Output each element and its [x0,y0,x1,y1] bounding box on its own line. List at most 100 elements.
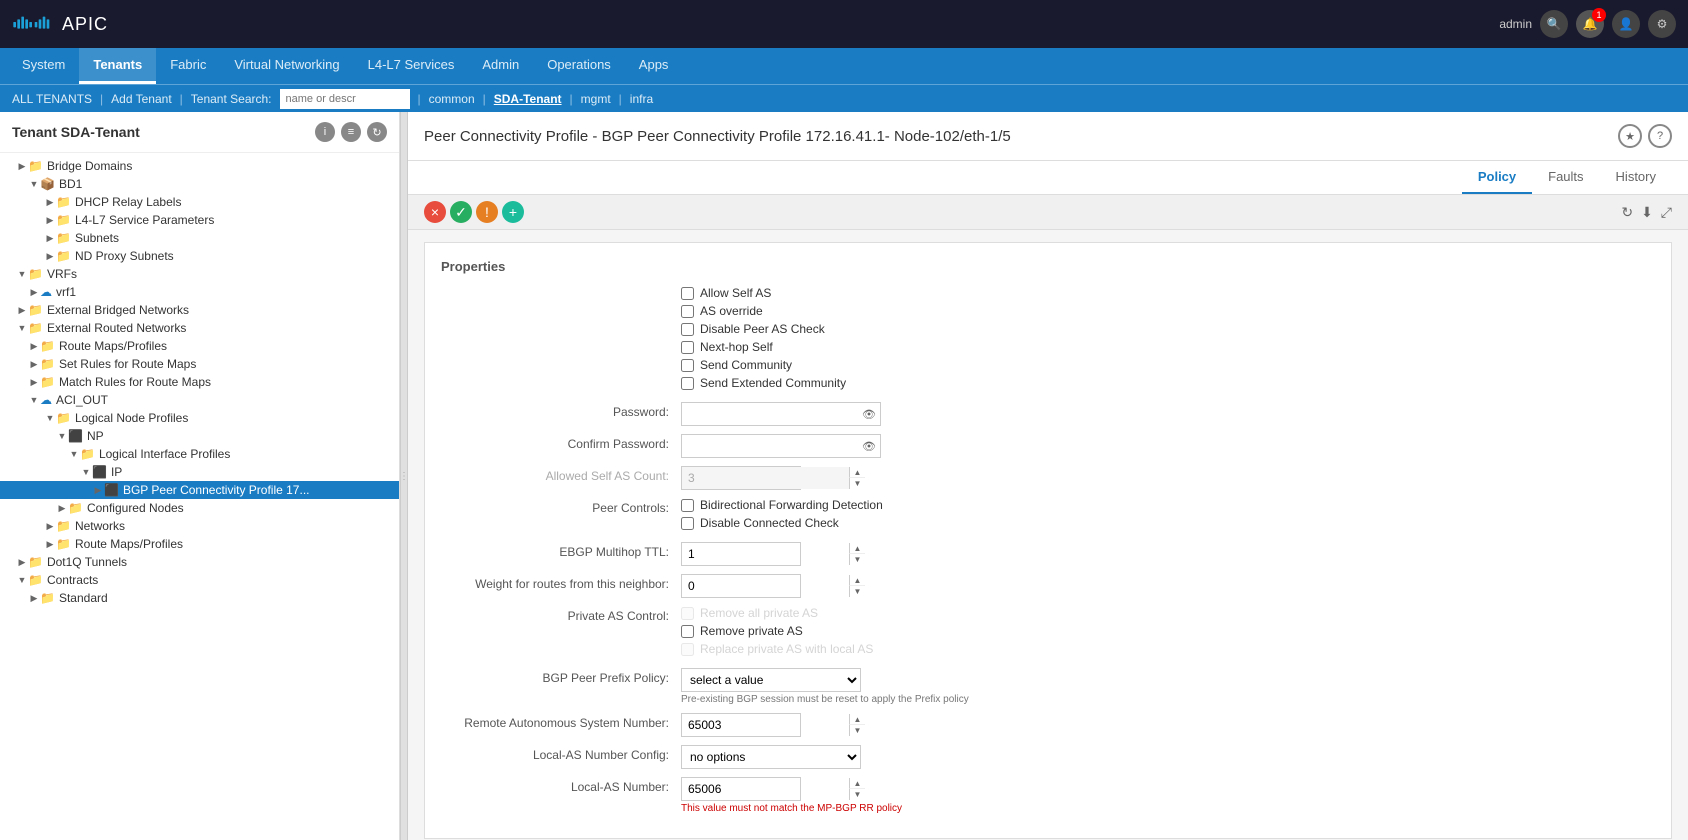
nav-l4l7[interactable]: L4-L7 Services [354,48,469,84]
tree-dhcp-relay[interactable]: ▶ 📁 DHCP Relay Labels [0,193,399,211]
help-icon[interactable]: ? [1648,124,1672,148]
tenant-common-link[interactable]: common [429,92,475,106]
tab-faults[interactable]: Faults [1532,161,1599,194]
nav-virtual-networking[interactable]: Virtual Networking [220,48,353,84]
expand-icon[interactable]: ▼ [68,449,80,459]
next-hop-self-checkbox[interactable] [681,341,694,354]
tenant-search-input[interactable] [280,89,410,109]
as-override-checkbox[interactable] [681,305,694,318]
remote-as-input[interactable] [682,714,849,736]
password-input[interactable] [682,403,858,425]
send-extended-community-checkbox[interactable] [681,377,694,390]
tree-ext-routed[interactable]: ▼ 📁 External Routed Networks [0,319,399,337]
spinbox-up-icon[interactable]: ▲ [849,543,865,554]
spinbox-down-icon[interactable]: ▼ [849,586,865,597]
replace-private-as-checkbox[interactable] [681,643,694,656]
tree-route-maps-2[interactable]: ▶ 📁 Route Maps/Profiles [0,535,399,553]
expand-icon[interactable]: ▶ [44,233,56,244]
spinbox-up-icon[interactable]: ▲ [849,778,865,789]
tenant-sda-link[interactable]: SDA-Tenant [494,92,562,106]
local-as-config-select[interactable]: no options [681,745,861,769]
tree-logical-interface-profiles[interactable]: ▼ 📁 Logical Interface Profiles [0,445,399,463]
tree-match-rules[interactable]: ▶ 📁 Match Rules for Route Maps [0,373,399,391]
nav-fabric[interactable]: Fabric [156,48,220,84]
nav-admin[interactable]: Admin [468,48,533,84]
spinbox-down-icon[interactable]: ▼ [849,554,865,565]
tree-l4l7-service[interactable]: ▶ 📁 L4-L7 Service Parameters [0,211,399,229]
expand-icon[interactable]: ▼ [80,467,92,477]
spinbox-up-icon[interactable]: ▲ [849,714,865,725]
allow-self-as-checkbox[interactable] [681,287,694,300]
favorite-star-icon[interactable]: ★ [1618,124,1642,148]
tab-policy[interactable]: Policy [1462,161,1532,194]
nav-system[interactable]: System [8,48,79,84]
tree-nd-proxy[interactable]: ▶ 📁 ND Proxy Subnets [0,247,399,265]
expand-icon[interactable]: ▶ [28,593,40,604]
remove-private-as-checkbox[interactable] [681,625,694,638]
tree-ext-bridged[interactable]: ▶ 📁 External Bridged Networks [0,301,399,319]
tree-vrfs[interactable]: ▼ 📁 VRFs [0,265,399,283]
expand-icon[interactable]: ▶ [16,557,28,568]
add-tenant-link[interactable]: Add Tenant [111,92,172,106]
tree-np[interactable]: ▼ ⬛ NP [0,427,399,445]
tree-bridge-domains[interactable]: ▶ 📁 Bridge Domains [0,157,399,175]
spinbox-up-icon[interactable]: ▲ [849,467,865,478]
expand-icon[interactable]: ▶ [28,377,40,388]
expand-icon[interactable]: ▼ [44,413,56,423]
send-community-checkbox[interactable] [681,359,694,372]
tree-bd1[interactable]: ▼ 📦 BD1 [0,175,399,193]
remove-all-private-as-checkbox[interactable] [681,607,694,620]
panel-info-icon[interactable]: i [315,122,335,142]
expand-icon[interactable]: ▶ [28,287,40,298]
expand-icon[interactable]: ▶ [56,503,68,514]
tree-networks[interactable]: ▶ 📁 Networks [0,517,399,535]
tree-bgp-peer[interactable]: ▶ ⬛ BGP Peer Connectivity Profile 17... [0,481,399,499]
tree-logical-node-profiles[interactable]: ▼ 📁 Logical Node Profiles [0,409,399,427]
delete-button[interactable]: × [424,201,446,223]
tree-contracts[interactable]: ▼ 📁 Contracts [0,571,399,589]
nav-apps[interactable]: Apps [625,48,683,84]
refresh-icon[interactable]: ↻ [1621,204,1633,221]
weight-input[interactable] [682,575,849,597]
tree-route-maps[interactable]: ▶ 📁 Route Maps/Profiles [0,337,399,355]
expand-icon[interactable]: ▶ [16,161,28,172]
panel-list-icon[interactable]: ≡ [341,122,361,142]
tree-standard[interactable]: ▶ 📁 Standard [0,589,399,607]
expand-icon[interactable]: ▼ [28,179,40,189]
expand-icon[interactable]: ⤢ [1661,204,1672,221]
spinbox-up-icon[interactable]: ▲ [849,575,865,586]
expand-icon[interactable]: ▶ [44,197,56,208]
tree-dot1q[interactable]: ▶ 📁 Dot1Q Tunnels [0,553,399,571]
disable-connected-check-checkbox[interactable] [681,517,694,530]
tree-aci-out[interactable]: ▼ ☁ ACI_OUT [0,391,399,409]
tree-ip[interactable]: ▼ ⬛ IP [0,463,399,481]
tree-subnets[interactable]: ▶ 📁 Subnets [0,229,399,247]
add-button[interactable]: + [502,201,524,223]
confirm-button[interactable]: ✓ [450,201,472,223]
notification-bell-button[interactable]: 🔔 1 [1576,10,1604,38]
expand-icon[interactable]: ▶ [44,251,56,262]
ebgp-multihop-ttl-input[interactable] [682,543,849,565]
expand-icon[interactable]: ▶ [16,305,28,316]
tenant-infra-link[interactable]: infra [630,92,653,106]
spinbox-down-icon[interactable]: ▼ [849,478,865,489]
nav-operations[interactable]: Operations [533,48,625,84]
allowed-self-as-count-input[interactable] [682,467,849,489]
warning-button[interactable]: ! [476,201,498,223]
expand-icon[interactable]: ▶ [28,359,40,370]
local-as-number-input[interactable] [682,778,849,800]
nav-tenants[interactable]: Tenants [79,48,156,84]
download-icon[interactable]: ⬇ [1641,204,1653,221]
expand-icon[interactable]: ▼ [28,395,40,405]
spinbox-down-icon[interactable]: ▼ [849,789,865,800]
tree-set-rules[interactable]: ▶ 📁 Set Rules for Route Maps [0,355,399,373]
tab-history[interactable]: History [1600,161,1672,194]
disable-peer-as-checkbox[interactable] [681,323,694,336]
confirm-password-input[interactable] [682,435,858,457]
expand-icon[interactable]: ▶ [44,215,56,226]
settings-icon-button[interactable]: ⚙ [1648,10,1676,38]
confirm-password-toggle-icon[interactable]: 👁 [858,440,880,453]
expand-icon[interactable]: ▼ [16,269,28,279]
tree-configured-nodes[interactable]: ▶ 📁 Configured Nodes [0,499,399,517]
expand-icon[interactable]: ▶ [92,485,104,496]
